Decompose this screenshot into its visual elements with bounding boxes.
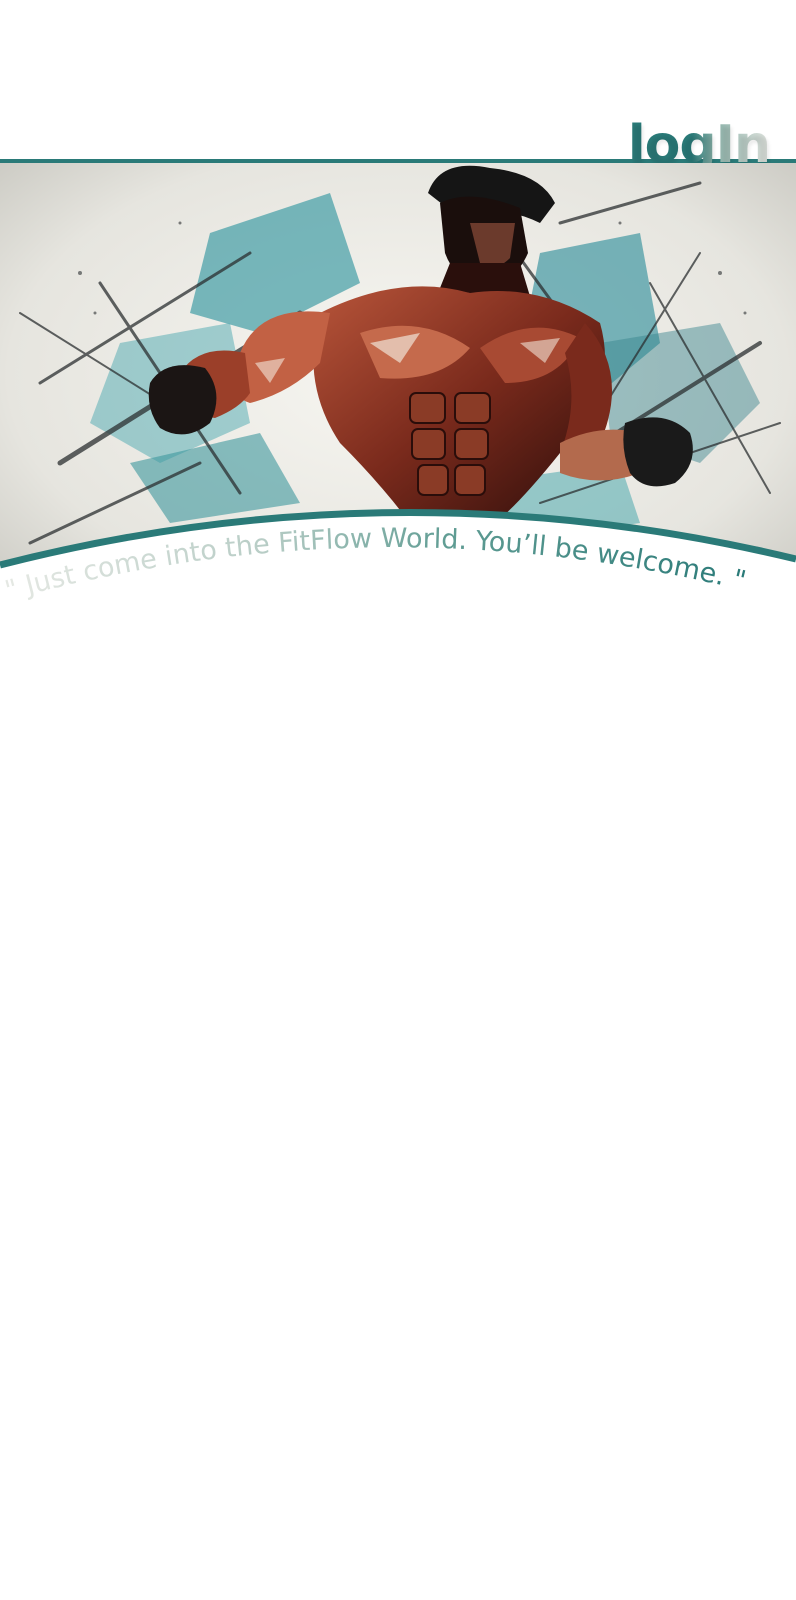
hero-banner: " Just come into the FitFlow World. You’… xyxy=(0,163,796,633)
hero-illustration: " Just come into the FitFlow World. You’… xyxy=(0,163,796,607)
